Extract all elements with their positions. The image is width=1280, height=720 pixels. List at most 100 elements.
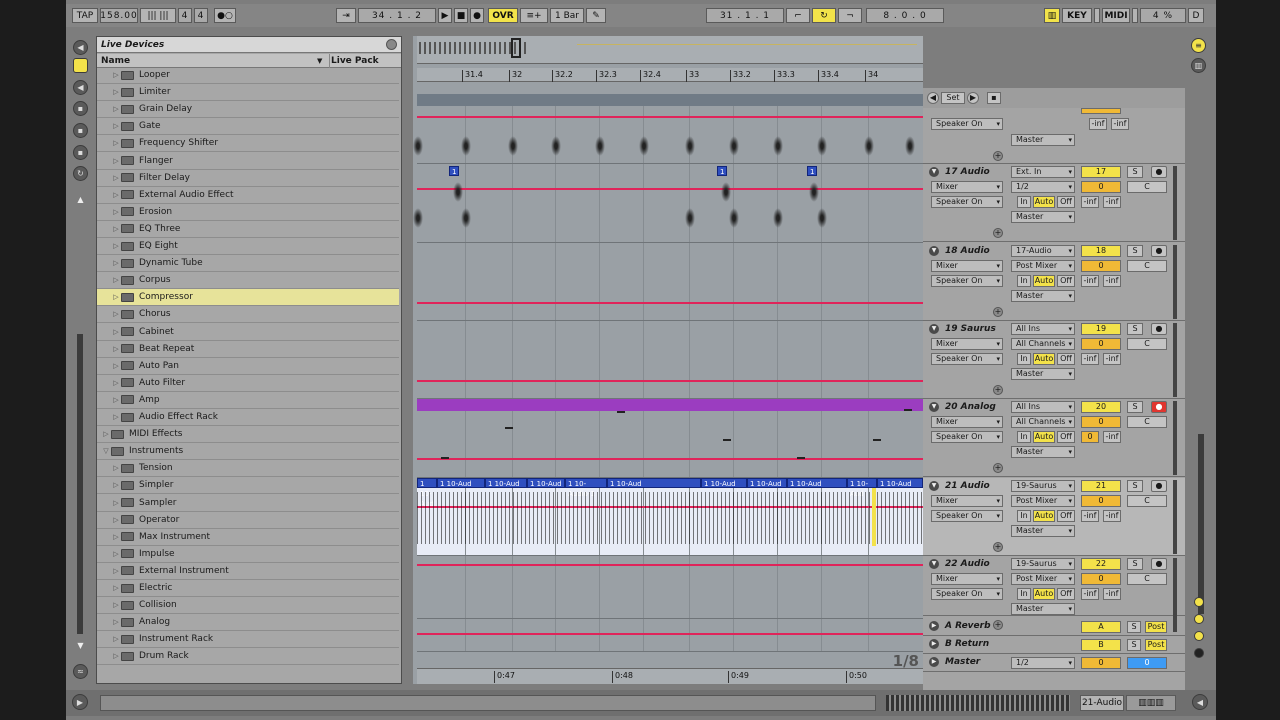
fold-icon[interactable]: ▶ bbox=[929, 639, 939, 649]
expand-icon[interactable]: ▷ bbox=[111, 512, 121, 528]
output-select[interactable]: Master bbox=[1011, 290, 1075, 302]
track-volume[interactable]: 0 bbox=[1081, 495, 1121, 507]
expand-icon[interactable]: ▷ bbox=[111, 101, 121, 117]
solo-button[interactable]: S bbox=[1127, 166, 1143, 178]
speaker-on-select[interactable]: Speaker On bbox=[931, 196, 1003, 208]
monitor-in-button[interactable]: In bbox=[1017, 588, 1031, 600]
midi-note[interactable] bbox=[797, 457, 805, 459]
audio-clip[interactable]: 1 10-Aud bbox=[485, 478, 527, 488]
song-position[interactable]: 34 . 1 . 2 bbox=[358, 8, 436, 23]
browser-scrollbar[interactable] bbox=[77, 334, 83, 634]
arrangement-lane[interactable] bbox=[417, 556, 923, 619]
plugin-browser-icon[interactable]: ▪ bbox=[73, 145, 88, 160]
expand-icon[interactable]: ▷ bbox=[111, 187, 121, 203]
overview-window[interactable] bbox=[511, 38, 521, 58]
record-icon[interactable]: ● bbox=[470, 8, 484, 23]
midi-note[interactable] bbox=[505, 427, 513, 429]
expand-icon[interactable]: ▷ bbox=[111, 392, 121, 408]
browser-item[interactable]: ▷ Frequency Shifter bbox=[97, 135, 399, 153]
punch-in-icon[interactable]: ⌐ bbox=[786, 8, 810, 23]
monitor-off-button[interactable]: Off bbox=[1057, 275, 1075, 287]
browser-item[interactable]: ▷ External Audio Effect bbox=[97, 187, 399, 204]
arm-button[interactable]: ● bbox=[1151, 558, 1167, 570]
monitor-auto-button[interactable]: Auto bbox=[1033, 588, 1055, 600]
output-select[interactable]: Master bbox=[1011, 603, 1075, 615]
expand-icon[interactable]: ▷ bbox=[111, 221, 121, 237]
io-toggle-icon[interactable] bbox=[1194, 597, 1204, 607]
clip-overview[interactable] bbox=[886, 695, 1070, 711]
browser-item[interactable]: ▷ Erosion bbox=[97, 204, 399, 221]
mixer-select[interactable]: Mixer bbox=[931, 260, 1003, 272]
input-channel-select[interactable]: Post Mixer bbox=[1011, 260, 1075, 272]
midi-clip-marker[interactable]: 1 bbox=[807, 166, 817, 176]
lock-icon[interactable]: ▪ bbox=[987, 92, 1001, 104]
collapse-icon[interactable]: ▽ bbox=[101, 443, 111, 459]
send-b[interactable]: -inf bbox=[1103, 275, 1121, 287]
expand-icon[interactable]: ▷ bbox=[111, 375, 121, 391]
output-select[interactable]: Master bbox=[1011, 211, 1075, 223]
input-channel-select[interactable]: 1/2 bbox=[1011, 181, 1075, 193]
track-header[interactable]: ▼19 Saurus Mixer Speaker On All Ins All Chan… bbox=[923, 321, 1185, 399]
solo-button[interactable]: S bbox=[1127, 621, 1141, 633]
monitor-off-button[interactable]: Off bbox=[1057, 196, 1075, 208]
returns-toggle-icon[interactable] bbox=[1194, 631, 1204, 641]
overview-strip[interactable] bbox=[417, 36, 923, 64]
automation-line[interactable] bbox=[417, 380, 923, 382]
expand-icon[interactable]: ▷ bbox=[111, 529, 121, 545]
browser-item[interactable]: ▷ Collision bbox=[97, 597, 399, 615]
automation-line[interactable] bbox=[417, 188, 923, 190]
send-b[interactable]: -inf bbox=[1103, 353, 1121, 365]
file-browser-2-icon[interactable]: ▪ bbox=[73, 101, 88, 116]
midi-note[interactable] bbox=[723, 439, 731, 441]
expand-icon[interactable]: ▷ bbox=[111, 546, 121, 562]
expand-icon[interactable]: + bbox=[993, 463, 1003, 473]
browser-item[interactable]: ▷ Filter Delay bbox=[97, 170, 399, 187]
scroll-down-icon[interactable]: ▼ bbox=[73, 638, 88, 653]
automation-line[interactable] bbox=[417, 458, 923, 460]
track-name[interactable]: ▼ 21 Audio bbox=[929, 481, 990, 491]
track-header[interactable]: ▼22 Audio Mixer Speaker On 19-Saurus Post Mi… bbox=[923, 556, 1185, 632]
track-header[interactable]: ▼21 Audio Mixer Speaker On 19-Saurus Post Mi… bbox=[923, 478, 1185, 556]
computer-midi-keyboard-icon[interactable]: ▥ bbox=[1044, 8, 1060, 23]
return-activator[interactable]: B bbox=[1081, 639, 1121, 651]
speaker-on-select[interactable]: Speaker On bbox=[931, 275, 1003, 287]
return-name[interactable]: ▶ B Return bbox=[929, 639, 989, 649]
browser-item[interactable]: ▷ Grain Delay bbox=[97, 101, 399, 119]
mixer-select[interactable]: Mixer bbox=[931, 338, 1003, 350]
expand-icon[interactable]: ▷ bbox=[111, 460, 121, 476]
audio-clip[interactable]: 1 10-Aud bbox=[701, 478, 747, 488]
track-pan[interactable]: C bbox=[1127, 338, 1167, 350]
mixer-select[interactable]: Mixer bbox=[931, 573, 1003, 585]
expand-icon[interactable]: + bbox=[993, 228, 1003, 238]
loop-switch-icon[interactable]: ↻ bbox=[812, 8, 836, 23]
solo-button[interactable]: S bbox=[1127, 323, 1143, 335]
post-button[interactable]: Post bbox=[1145, 621, 1167, 633]
audio-clip[interactable]: 1 10-Aud bbox=[607, 478, 701, 488]
automation-icon[interactable]: ≡+ bbox=[520, 8, 548, 23]
automation-line[interactable] bbox=[417, 564, 923, 566]
arrangement-lane[interactable]: 1 1 1 bbox=[413, 164, 923, 243]
midi-note[interactable] bbox=[904, 409, 912, 411]
track-name[interactable]: ▼ 20 Analog bbox=[929, 402, 996, 412]
post-button[interactable]: Post bbox=[1145, 639, 1167, 651]
automation-line[interactable] bbox=[417, 302, 923, 304]
expand-icon[interactable]: ▷ bbox=[111, 289, 121, 305]
set-locator-button[interactable]: Set bbox=[941, 92, 965, 104]
solo-button[interactable]: S bbox=[1127, 245, 1143, 257]
send-a[interactable]: -inf bbox=[1089, 118, 1107, 130]
expand-icon[interactable]: + bbox=[993, 151, 1003, 161]
browser-item[interactable]: ▷ Gate bbox=[97, 118, 399, 136]
midi-clip-marker[interactable]: 1 bbox=[449, 166, 459, 176]
input-channel-select[interactable]: All Channels bbox=[1011, 338, 1075, 350]
browser-settings-icon[interactable] bbox=[386, 39, 397, 50]
sig-numerator[interactable]: 4 bbox=[178, 8, 192, 23]
expand-icon[interactable]: + bbox=[993, 385, 1003, 395]
time-ruler[interactable]: 0:47 0:48 0:49 0:50 bbox=[417, 668, 923, 684]
track-name[interactable]: ▼ 19 Saurus bbox=[929, 324, 996, 334]
expand-icon[interactable]: ▷ bbox=[111, 204, 121, 220]
master-volume[interactable]: 0 bbox=[1081, 657, 1121, 669]
track-volume[interactable]: 0 bbox=[1081, 338, 1121, 350]
track-volume[interactable]: 0 bbox=[1081, 181, 1121, 193]
monitor-in-button[interactable]: In bbox=[1017, 353, 1031, 365]
expand-icon[interactable]: ▷ bbox=[111, 84, 121, 100]
